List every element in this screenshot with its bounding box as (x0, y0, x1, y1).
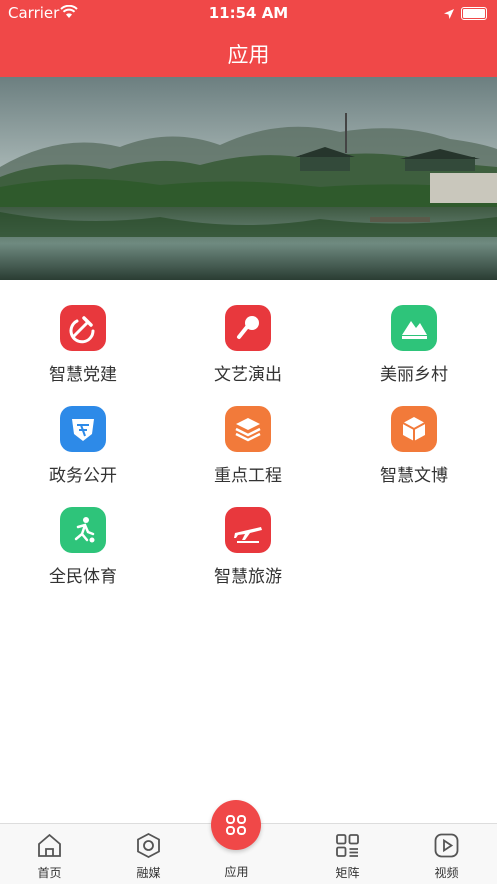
app-smart-party[interactable]: 智慧党建 (0, 300, 166, 390)
tab-label: 融媒 (136, 866, 161, 880)
runner-icon (60, 507, 106, 553)
tab-video[interactable]: 视频 (397, 824, 496, 884)
app-key-projects[interactable]: 重点工程 (165, 401, 331, 491)
app-smart-museum[interactable]: 智慧文博 (331, 401, 497, 491)
location-arrow-icon (443, 5, 455, 24)
tab-matrix[interactable]: 矩阵 (298, 824, 397, 884)
matrix-icon (336, 834, 359, 857)
app-label: 美丽乡村 (380, 365, 448, 385)
battery-icon (461, 7, 487, 20)
app-beautiful-village[interactable]: 美丽乡村 (331, 300, 497, 390)
airplane-icon (225, 507, 271, 553)
app-label: 智慧党建 (49, 365, 117, 385)
banner-image[interactable] (0, 77, 497, 280)
app-label: 智慧文博 (380, 466, 448, 486)
tab-home[interactable]: 首页 (0, 824, 99, 884)
video-play-icon (434, 833, 459, 858)
page-title: 应用 (227, 43, 270, 67)
microphone-icon (225, 305, 271, 351)
app-label: 重点工程 (214, 466, 282, 486)
app-label: 智慧旅游 (214, 567, 282, 587)
clock-label: 11:54 AM (208, 4, 289, 22)
tab-media[interactable]: 融媒 (99, 824, 198, 884)
apps-icon (226, 815, 246, 835)
tab-label: 矩阵 (335, 866, 360, 880)
tab-label: 视频 (434, 866, 459, 880)
status-bar: Carrier 11:54 AM (0, 0, 497, 26)
box-icon (391, 406, 437, 452)
app-label: 政务公开 (49, 466, 117, 486)
tab-apps-label: 应用 (224, 865, 249, 879)
app-smart-tourism[interactable]: 智慧旅游 (165, 502, 331, 592)
party-hammer-sickle-icon (60, 305, 106, 351)
app-label: 全民体育 (49, 567, 117, 587)
layers-icon (225, 406, 271, 452)
mountain-icon (391, 305, 437, 351)
nav-bar: 应用 (0, 26, 497, 77)
app-label: 文艺演出 (214, 365, 282, 385)
app-sports[interactable]: 全民体育 (0, 502, 166, 592)
app-government-affairs[interactable]: 政务公开 (0, 401, 166, 491)
shield-icon (60, 406, 106, 452)
tab-apps-center-button[interactable] (211, 800, 261, 850)
tab-label: 首页 (37, 866, 62, 880)
media-icon (137, 832, 160, 859)
app-performance[interactable]: 文艺演出 (165, 300, 331, 390)
home-icon (38, 833, 61, 857)
